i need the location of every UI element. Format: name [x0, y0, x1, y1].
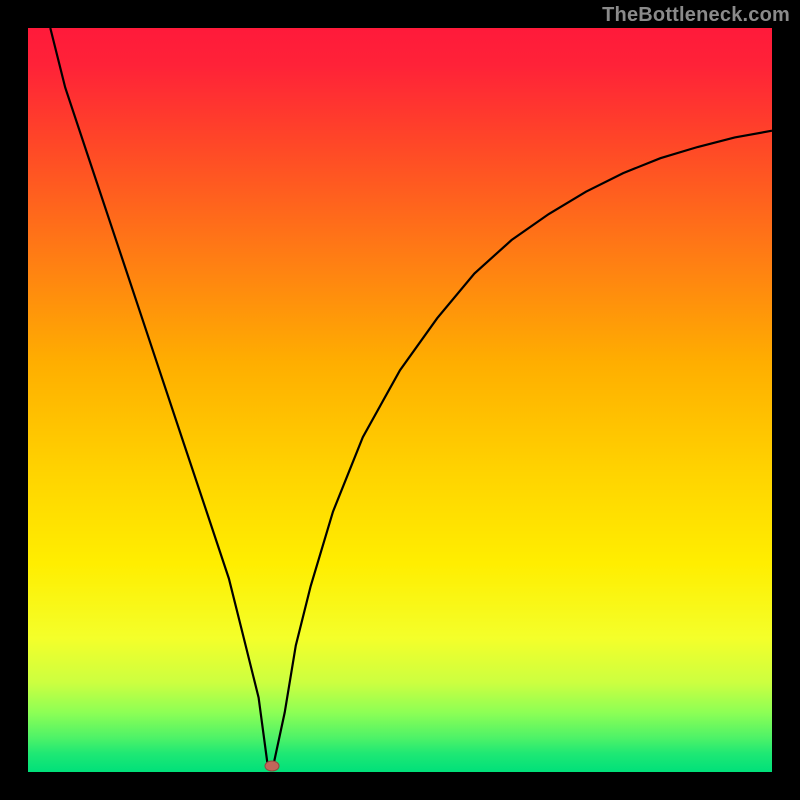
plot-background	[28, 28, 772, 772]
chart-frame: TheBottleneck.com	[0, 0, 800, 800]
bottleneck-chart	[0, 0, 800, 800]
watermark-text: TheBottleneck.com	[602, 4, 790, 27]
optimal-marker	[265, 761, 279, 771]
